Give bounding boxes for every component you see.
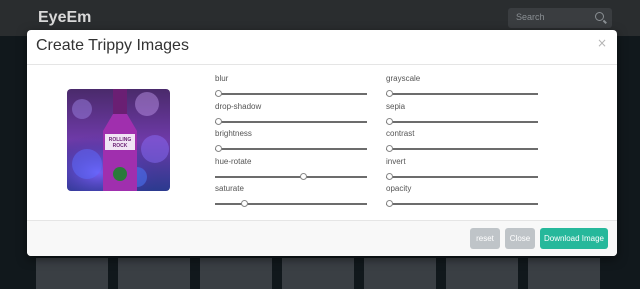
thumbnail[interactable] — [528, 258, 600, 289]
thumbnail[interactable] — [36, 258, 108, 289]
slider-brightness[interactable] — [215, 145, 367, 152]
thumbnail[interactable] — [446, 258, 518, 289]
svg-text:ROCK: ROCK — [113, 143, 128, 149]
slider-handle-blur[interactable] — [215, 90, 222, 97]
slider-handle-sepia[interactable] — [386, 117, 393, 125]
filter-label-blur: blur — [215, 74, 229, 83]
thumbnail[interactable] — [118, 258, 190, 289]
modal-title: Create Trippy Images — [36, 37, 189, 54]
slider-sepia[interactable] — [386, 117, 538, 125]
close-button[interactable]: Close — [505, 228, 535, 249]
close-icon[interactable]: × — [597, 36, 607, 50]
filter-label-hue-rotate: hue-rotate — [215, 156, 252, 166]
thumbnail[interactable] — [200, 258, 272, 289]
slider-handle-saturate[interactable] — [241, 200, 249, 207]
filter-label-opacity: opacity — [386, 184, 412, 193]
filter-label-grayscale: grayscale — [386, 74, 421, 83]
filter-label-saturate: saturate — [215, 184, 244, 193]
logo[interactable]: EyeEm — [38, 9, 91, 27]
download-image-button[interactable]: Download Image — [540, 228, 608, 249]
slider-handle-contrast[interactable] — [386, 145, 393, 152]
thumbnail[interactable] — [282, 258, 354, 289]
slider-handle-opacity[interactable] — [386, 200, 393, 207]
slider-invert[interactable] — [386, 172, 538, 180]
filter-label-drop-shadow: drop-shadow — [215, 101, 262, 111]
slider-saturate[interactable] — [215, 200, 367, 207]
search-icon[interactable] — [595, 12, 604, 21]
search-placeholder: Search — [516, 12, 545, 22]
slider-hue-rotate[interactable] — [215, 172, 367, 180]
filter-label-sepia: sepia — [386, 101, 406, 111]
image-preview: ROLLING ROCK — [67, 89, 170, 191]
slider-opacity[interactable] — [386, 200, 538, 207]
preview-image: ROLLING ROCK — [67, 89, 170, 191]
filter-label-invert: invert — [386, 156, 406, 166]
slider-handle-invert[interactable] — [386, 172, 393, 180]
slider-blur[interactable] — [215, 90, 367, 97]
header-divider — [27, 64, 617, 65]
slider-handle-brightness[interactable] — [215, 145, 222, 152]
slider-grayscale[interactable] — [386, 90, 538, 97]
reset-button[interactable]: reset — [470, 228, 500, 249]
slider-drop-shadow[interactable] — [215, 117, 367, 125]
slider-handle-grayscale[interactable] — [386, 90, 393, 97]
filter-label-contrast: contrast — [386, 129, 415, 138]
slider-handle-hue-rotate[interactable] — [299, 172, 307, 180]
slider-contrast[interactable] — [386, 145, 538, 152]
search-input[interactable]: Search — [508, 8, 612, 28]
thumbnail[interactable] — [364, 258, 436, 289]
filter-label-brightness: brightness — [215, 129, 252, 138]
trippy-images-modal: Create Trippy Images × ROLLING ROCK blur… — [27, 30, 617, 256]
slider-handle-drop-shadow[interactable] — [215, 117, 222, 125]
